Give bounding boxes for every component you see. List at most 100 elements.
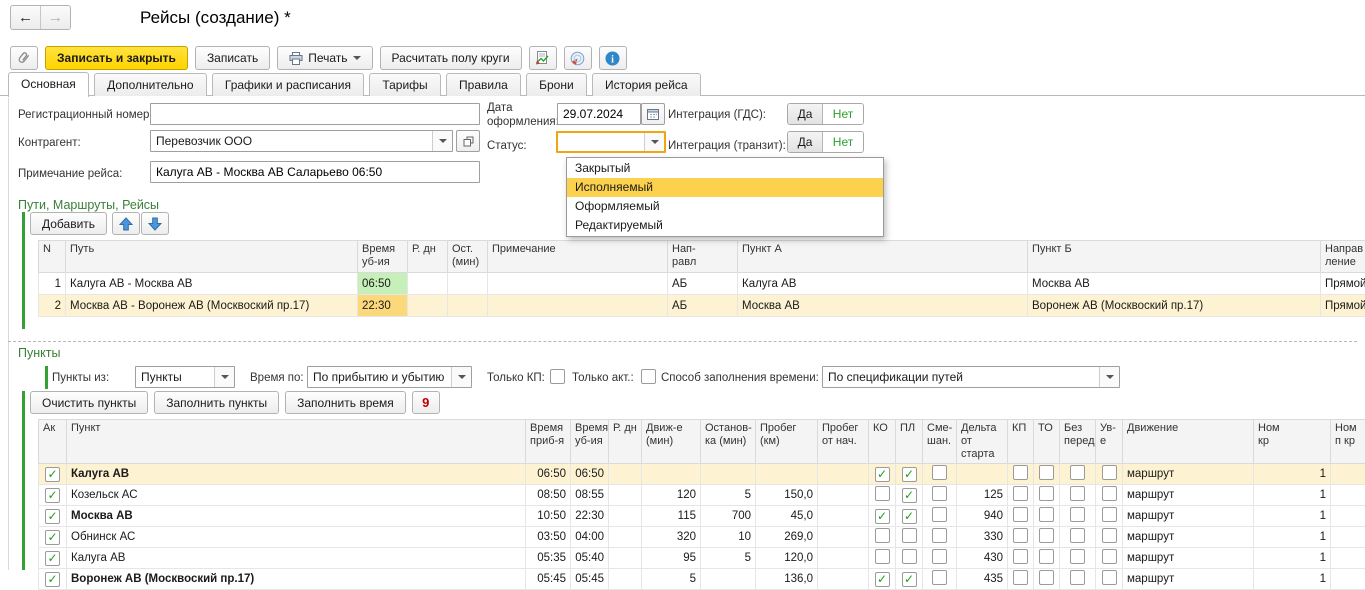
report-button[interactable] xyxy=(529,46,557,70)
checkbox[interactable] xyxy=(1039,528,1054,543)
points-from-combo[interactable]: Пункты xyxy=(135,366,235,388)
cell-arr[interactable]: 03:50 xyxy=(526,527,571,548)
cell-to[interactable] xyxy=(1034,485,1060,506)
checkbox[interactable]: ✓ xyxy=(45,509,60,524)
gds-no-button[interactable]: Нет xyxy=(823,104,863,124)
cell-run[interactable]: 120,0 xyxy=(756,548,818,569)
gds-yes-button[interactable]: Да xyxy=(788,104,823,124)
cell-ko[interactable]: ✓ xyxy=(869,464,896,485)
checkbox[interactable]: ✓ xyxy=(902,488,917,503)
path-row-selected[interactable]: 2 Москва АВ - Воронеж АВ (Москвоский пр.… xyxy=(39,295,1365,317)
cell-dep[interactable]: 05:40 xyxy=(571,548,609,569)
cell-mixed[interactable] xyxy=(923,485,957,506)
cell-run[interactable]: 269,0 xyxy=(756,527,818,548)
cell-move[interactable]: 320 xyxy=(642,527,701,548)
contractor-dropdown-button[interactable] xyxy=(432,131,452,151)
cell-kp[interactable] xyxy=(1008,569,1034,590)
cell-arr[interactable]: 05:45 xyxy=(526,569,571,590)
status-option[interactable]: Редактируемый xyxy=(567,216,883,235)
checkbox[interactable] xyxy=(932,465,947,480)
cell-rdn[interactable] xyxy=(609,485,642,506)
only-kp-checkbox[interactable] xyxy=(550,369,565,384)
cell-arr[interactable]: 06:50 xyxy=(526,464,571,485)
cell-move[interactable]: 120 xyxy=(642,485,701,506)
checkbox[interactable] xyxy=(1102,570,1117,585)
cell-no-transfer[interactable] xyxy=(1060,485,1096,506)
cell-note[interactable] xyxy=(488,295,668,317)
cell-stop[interactable]: 10 xyxy=(701,527,756,548)
cell-point[interactable]: Козельск АС xyxy=(67,485,526,506)
cell-point-a[interactable]: Калуга АВ xyxy=(738,273,1028,295)
cell-run-start[interactable] xyxy=(818,464,869,485)
cell-pl[interactable]: ✓ xyxy=(896,569,923,590)
checkbox[interactable] xyxy=(932,570,947,585)
cell-point-b[interactable]: Москва АВ xyxy=(1028,273,1321,295)
cell-stop[interactable]: 5 xyxy=(701,485,756,506)
cell-no-transfer[interactable] xyxy=(1060,464,1096,485)
checkbox[interactable] xyxy=(1013,528,1028,543)
cell-movement[interactable]: маршрут xyxy=(1123,527,1254,548)
cell-active[interactable]: ✓ xyxy=(39,464,67,485)
cell-move[interactable]: 95 xyxy=(642,548,701,569)
tab-schedules[interactable]: Графики и расписания xyxy=(212,73,364,96)
cell-run[interactable]: 45,0 xyxy=(756,506,818,527)
cell-dep[interactable]: 05:45 xyxy=(571,569,609,590)
cell-delta[interactable]: 940 xyxy=(957,506,1008,527)
status-option-highlighted[interactable]: Исполняемый xyxy=(567,178,883,197)
checkbox[interactable] xyxy=(1013,570,1028,585)
cell-to[interactable] xyxy=(1034,527,1060,548)
time-by-dropdown-button[interactable] xyxy=(451,367,471,387)
checkbox[interactable] xyxy=(1039,570,1054,585)
tab-rules[interactable]: Правила xyxy=(446,73,521,96)
points-from-dropdown-button[interactable] xyxy=(214,367,234,387)
cell-rdn[interactable] xyxy=(408,295,448,317)
only-act-checkbox[interactable] xyxy=(641,369,656,384)
clear-points-button[interactable]: Очистить пункты xyxy=(30,391,148,414)
cell-move[interactable] xyxy=(642,464,701,485)
cell-nom-pkr[interactable] xyxy=(1331,506,1365,527)
checkbox[interactable]: ✓ xyxy=(875,467,890,482)
transit-yes-button[interactable]: Да xyxy=(788,132,823,152)
cell-dep[interactable]: 08:55 xyxy=(571,485,609,506)
cell-point-b[interactable]: Воронеж АВ (Москвоский пр.17) xyxy=(1028,295,1321,317)
checkbox[interactable] xyxy=(1013,465,1028,480)
checkbox[interactable] xyxy=(875,528,890,543)
cell-no-transfer[interactable] xyxy=(1060,527,1096,548)
cell-point[interactable]: Калуга АВ xyxy=(67,464,526,485)
cell-kp[interactable] xyxy=(1008,548,1034,569)
move-up-button[interactable] xyxy=(112,212,140,235)
checkbox[interactable] xyxy=(932,507,947,522)
cell-dep-time[interactable]: 22:30 xyxy=(358,295,408,317)
save-close-button[interactable]: Записать и закрыть xyxy=(45,46,188,70)
checkbox[interactable] xyxy=(1102,465,1117,480)
cell-mixed[interactable] xyxy=(923,464,957,485)
point-row[interactable]: ✓ Козельск АС 08:50 08:55 120 5 150,0 ✓ … xyxy=(39,485,1365,506)
cell-dir-short[interactable]: АБ xyxy=(668,295,738,317)
cell-nom-kr[interactable]: 1 xyxy=(1254,548,1331,569)
cell-uv[interactable] xyxy=(1096,464,1123,485)
cell-rdn[interactable] xyxy=(408,273,448,295)
cell-mixed[interactable] xyxy=(923,527,957,548)
cell-active[interactable]: ✓ xyxy=(39,485,67,506)
cell-mixed[interactable] xyxy=(923,548,957,569)
cell-run[interactable]: 136,0 xyxy=(756,569,818,590)
cell-dir-short[interactable]: АБ xyxy=(668,273,738,295)
cell-ko[interactable]: ✓ xyxy=(869,506,896,527)
checkbox[interactable]: ✓ xyxy=(45,572,60,587)
contractor-combo[interactable]: Перевозчик ООО xyxy=(150,130,453,152)
cell-nom-pkr[interactable] xyxy=(1331,569,1365,590)
contractor-open-button[interactable] xyxy=(456,130,480,152)
point-row[interactable]: ✓ Калуга АВ 05:35 05:40 95 5 120,0 430 м… xyxy=(39,548,1365,569)
cell-nom-kr[interactable]: 1 xyxy=(1254,569,1331,590)
cell-to[interactable] xyxy=(1034,569,1060,590)
cell-delta[interactable]: 430 xyxy=(957,548,1008,569)
cell-stop[interactable] xyxy=(448,273,488,295)
cell-rdn[interactable] xyxy=(609,527,642,548)
cell-run-start[interactable] xyxy=(818,569,869,590)
cell-dep[interactable]: 22:30 xyxy=(571,506,609,527)
cell-dep-time[interactable]: 06:50 xyxy=(358,273,408,295)
checkbox[interactable] xyxy=(1070,507,1085,522)
checkbox[interactable]: ✓ xyxy=(902,572,917,587)
cell-n[interactable]: 2 xyxy=(39,295,66,317)
checkbox[interactable] xyxy=(1102,549,1117,564)
